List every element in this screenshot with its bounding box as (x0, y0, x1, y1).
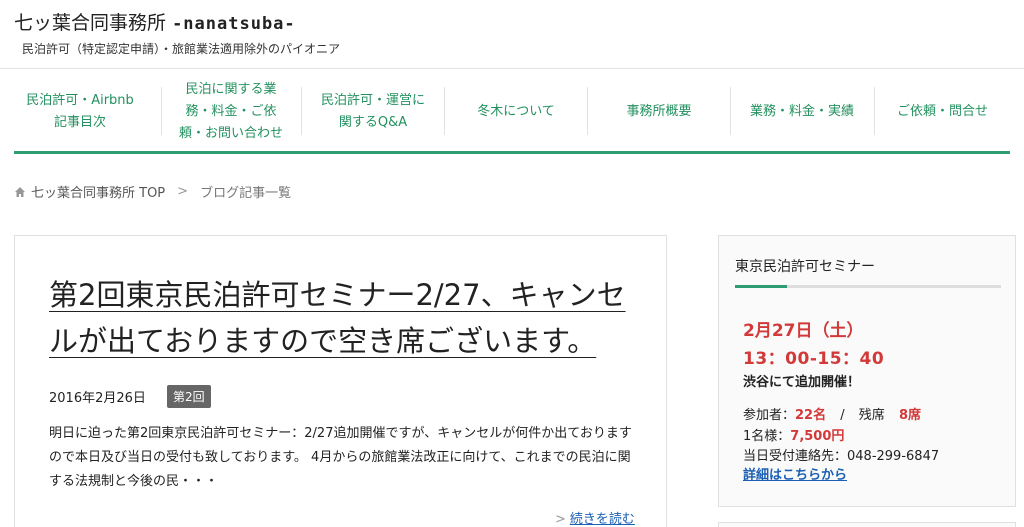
site-header: 七ッ葉合同事務所 -nanatsuba- 民泊許可（特定認定申請）・旅館業法適用… (0, 0, 1024, 68)
read-more: > 続きを読む (555, 508, 635, 527)
post-tag[interactable]: 第2回 (167, 385, 211, 408)
next-widget-edge (718, 522, 1016, 527)
remaining-label: 残席 (858, 408, 885, 423)
widget-title-accent (735, 285, 787, 288)
nav-item-contact[interactable]: ご依頼・問合せ (875, 79, 1010, 145)
post-card: 第2回東京民泊許可セミナー2/27、キャンセルが出ておりますので空き席ございます… (14, 235, 667, 527)
seminar-price: 1名様：7,500円 (743, 425, 844, 444)
nav-item-qa[interactable]: 民泊許可・運営に 関するQ&A (302, 79, 444, 145)
seminar-widget: 東京民泊許可セミナー 2月27日（土） 13：00-15：40 渋谷にて追加開催… (718, 235, 1016, 507)
site-title[interactable]: 七ッ葉合同事務所 -nanatsuba- (14, 8, 296, 35)
contact-label: 当日受付連絡先： (743, 449, 848, 464)
price-value: 7,500円 (790, 429, 845, 444)
nav-item-about-fuyuki[interactable]: 冬木について (445, 79, 587, 145)
price-label: 1名様： (743, 429, 791, 444)
breadcrumb-current: ブログ記事一覧 (200, 186, 292, 201)
post-title-link[interactable]: 第2回東京民泊許可セミナー2/27、キャンセルが出ておりますので空き席ございます… (49, 272, 649, 364)
post-excerpt: 明日に迫った第2回東京民泊許可セミナー：2/27追加開催ですが、キャンセルが何件… (49, 426, 632, 489)
widget-title-underline (735, 285, 1001, 288)
seminar-date: 2月27日（土） (743, 321, 864, 341)
site-tagline: 民泊許可（特定認定申請）・旅館業法適用除外のパイオニア (22, 42, 341, 56)
site-title-latin: -nanatsuba- (172, 14, 296, 34)
seminar-time: 13：00-15：40 (743, 349, 885, 369)
nav-item-services-contact[interactable]: 民泊に関する業 務・料金・ご依 頼・お問い合わせ (162, 79, 300, 145)
breadcrumb-separator: > (177, 184, 189, 199)
read-more-link[interactable]: 続きを読む (570, 512, 635, 527)
seminar-contact: 当日受付連絡先：048-299-6847 (743, 445, 939, 464)
seminar-seats: 参加者：22名 / 残席 8席 (743, 404, 921, 423)
participants-value: 22名 (795, 408, 827, 423)
post-date: 2016年2月26日 (49, 391, 146, 406)
participants-label: 参加者： (743, 408, 796, 423)
chevron-right-icon: > (555, 512, 566, 527)
breadcrumb-home-link[interactable]: 七ッ葉合同事務所 TOP (31, 182, 165, 201)
site-title-text: 七ッ葉合同事務所 (14, 12, 167, 34)
widget-title: 東京民泊許可セミナー (735, 259, 875, 275)
seats-separator: / (840, 408, 845, 423)
nav-item-airbnb-index[interactable]: 民泊許可・Airbnb 記事目次 (14, 79, 146, 145)
seminar-details-link[interactable]: 詳細はこちらから (743, 464, 847, 483)
main-nav: 民泊許可・Airbnb 記事目次 民泊に関する業 務・料金・ご依 頼・お問い合わ… (0, 68, 1024, 156)
seminar-location: 渋谷にて追加開催！ (743, 375, 861, 390)
nav-item-office-overview[interactable]: 事務所概要 (588, 79, 730, 145)
nav-underline (14, 151, 1010, 154)
contact-phone: 048-299-6847 (847, 449, 940, 464)
remaining-value: 8席 (898, 408, 921, 423)
home-icon (15, 186, 25, 197)
breadcrumb: 七ッ葉合同事務所 TOP > ブログ記事一覧 (14, 182, 291, 201)
nav-item-services-fees[interactable]: 業務・料金・実績 (731, 79, 873, 145)
